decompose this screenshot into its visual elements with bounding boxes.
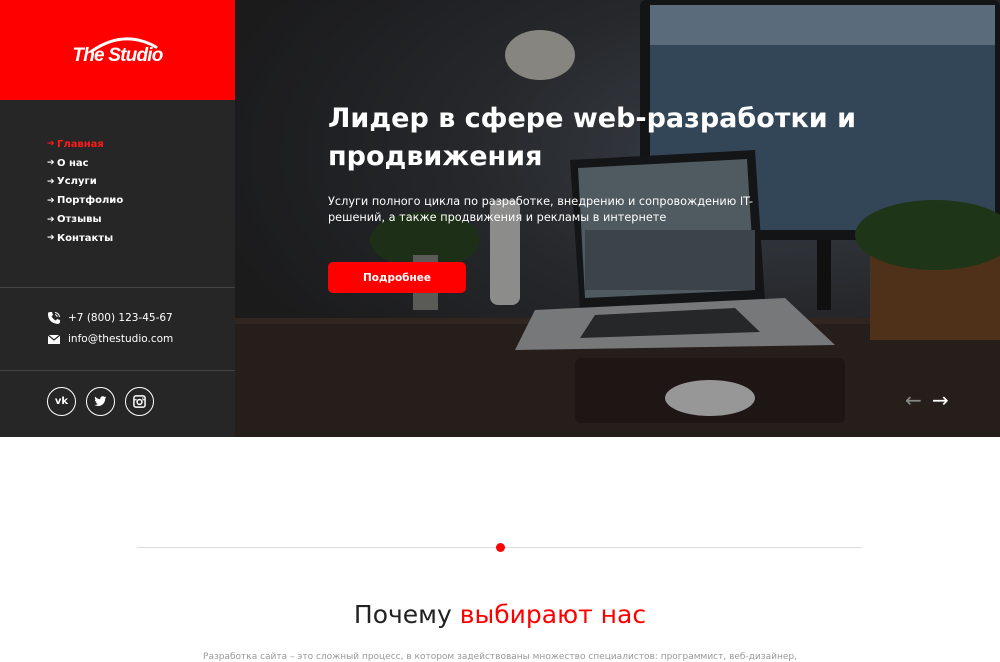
nav-item-services[interactable]: ➔ Услуги xyxy=(47,173,123,192)
hero-title: Лидер в сфере web-разработки и продвижен… xyxy=(328,103,857,172)
sidebar: The Studio ➔ Главная ➔ О нас ➔ Услуги ➔ Порт… xyxy=(0,0,235,437)
sidebar-divider xyxy=(0,287,235,288)
arrow-right-icon: ➔ xyxy=(47,233,55,244)
nav-item-label: Главная xyxy=(57,138,104,150)
logo-text: The Studio xyxy=(72,45,163,66)
hero-subtitle: Услуги полного цикла по разработке, внед… xyxy=(328,195,754,224)
vk-icon: vk xyxy=(54,396,69,407)
nav-item-label: Контакты xyxy=(57,232,114,244)
slider-next-arrow-icon[interactable]: → xyxy=(932,388,949,412)
instagram-icon xyxy=(133,395,146,408)
arrow-right-icon: ➔ xyxy=(47,214,55,225)
nav-item-reviews[interactable]: ➔ Отзывы xyxy=(47,210,123,229)
divider-dot xyxy=(496,543,505,552)
nav-item-label: Портфолио xyxy=(57,195,124,207)
arrow-right-icon: ➔ xyxy=(47,158,55,169)
nav-item-home[interactable]: ➔ Главная xyxy=(47,135,123,154)
main-nav: ➔ Главная ➔ О нас ➔ Услуги ➔ Портфолио ➔ Отзы… xyxy=(47,135,123,248)
why-us-heading-accent: выбирают нас xyxy=(459,600,647,629)
mail-icon xyxy=(47,334,61,344)
why-us-heading: Почему выбирают нас xyxy=(0,600,1000,629)
why-us-text: Разработка сайта – это сложный процесс, … xyxy=(203,652,797,662)
nav-item-label: Услуги xyxy=(57,176,97,188)
social-links: vk xyxy=(47,387,164,416)
vk-button[interactable]: vk xyxy=(47,387,76,416)
logo[interactable]: The Studio xyxy=(0,0,235,100)
why-us-heading-plain: Почему xyxy=(353,600,460,629)
instagram-button[interactable] xyxy=(125,387,154,416)
slider-prev-arrow-icon[interactable]: ← xyxy=(905,388,922,412)
email-address: info@thestudio.com xyxy=(68,333,174,345)
arrow-right-icon: ➔ xyxy=(47,176,55,187)
phone-number: +7 (800) 123-45-67 xyxy=(68,312,173,324)
nav-item-portfolio[interactable]: ➔ Портфолио xyxy=(47,191,123,210)
contact-phone[interactable]: +7 (800) 123-45-67 xyxy=(47,311,173,325)
twitter-button[interactable] xyxy=(86,387,115,416)
nav-item-about[interactable]: ➔ О нас xyxy=(47,154,123,173)
arrow-right-icon: ➔ xyxy=(47,139,55,150)
sidebar-divider xyxy=(0,370,235,371)
hero-slider: Лидер в сфере web-разработки и продвижен… xyxy=(235,0,1000,437)
more-button[interactable]: Подробнее xyxy=(328,262,466,293)
arrow-right-icon: ➔ xyxy=(47,195,55,206)
phone-icon xyxy=(48,312,60,324)
twitter-icon xyxy=(94,396,107,406)
nav-item-label: О нас xyxy=(57,157,89,169)
nav-item-label: Отзывы xyxy=(57,214,102,226)
contact-email[interactable]: info@thestudio.com xyxy=(47,332,173,346)
nav-item-contacts[interactable]: ➔ Контакты xyxy=(47,229,123,248)
